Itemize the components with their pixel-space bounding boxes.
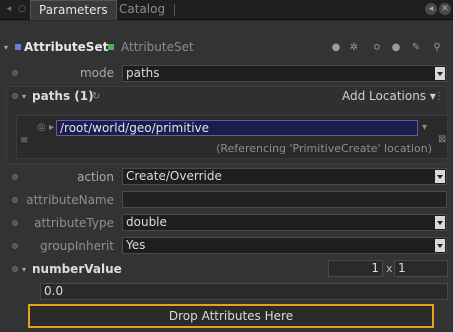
tab-separator <box>174 4 176 16</box>
paths-menu-icon[interactable]: ⋮ <box>434 91 444 102</box>
mode-state-dot[interactable] <box>12 70 18 76</box>
group-inherit-state-dot[interactable] <box>12 243 18 249</box>
action-state-dot[interactable] <box>12 174 18 180</box>
collapse-node-icon[interactable]: ▾ <box>4 43 8 52</box>
path-dropdown-icon[interactable]: ▾ <box>422 122 427 133</box>
chevron-down-icon[interactable] <box>435 67 445 80</box>
attribute-name-input[interactable] <box>122 191 447 208</box>
add-locations-label: Add Locations <box>342 89 427 103</box>
path-reference-note: (Referencing 'PrimitiveCreate' location) <box>216 142 432 155</box>
path-state-icon[interactable]: ◎ <box>37 122 46 133</box>
number-value-label: numberValue <box>32 262 122 276</box>
array-size-separator: x <box>386 262 393 275</box>
group-inherit-dropdown[interactable]: Yes <box>122 237 447 254</box>
panel-menu-icon[interactable]: ◂ <box>4 4 14 14</box>
refresh-icon[interactable]: ↻ <box>92 91 100 102</box>
attribute-name-label: attributeName <box>26 193 114 207</box>
minimize-icon[interactable]: ◂ <box>425 3 437 15</box>
node-name[interactable]: AttributeSet <box>24 40 108 54</box>
add-locations-button[interactable]: Add Locations ▾ <box>342 89 436 103</box>
group-inherit-value: Yes <box>126 238 146 252</box>
comment-icon[interactable]: ● <box>390 42 402 54</box>
tab-parameters-label: Parameters <box>39 3 108 17</box>
layout-icon[interactable]: ≎ <box>371 42 383 54</box>
tab-parameters[interactable]: Parameters <box>30 0 117 20</box>
node-color-swatch <box>15 44 21 50</box>
node-state-swatch <box>108 44 114 50</box>
bypass-icon[interactable]: ● <box>330 42 342 54</box>
tab-catalog-label: Catalog <box>119 2 166 16</box>
array-rows-input[interactable]: 1 <box>328 260 383 277</box>
settings-icon[interactable]: ✲ <box>348 42 360 54</box>
tab-catalog[interactable]: Catalog <box>111 0 176 20</box>
attribute-type-label: attributeType <box>34 216 114 230</box>
chevron-down-icon[interactable] <box>435 170 445 183</box>
attribute-type-value: double <box>126 215 167 229</box>
array-cols-input[interactable]: 1 <box>394 260 448 277</box>
attribute-type-dropdown[interactable]: double <box>122 214 447 231</box>
expand-path-icon[interactable]: ▸ <box>49 122 54 133</box>
panel-float-icon[interactable]: ○ <box>17 4 27 14</box>
node-type: AttributeSet <box>121 40 194 54</box>
mode-value: paths <box>126 66 160 80</box>
mode-label: mode <box>79 66 114 80</box>
action-label: action <box>77 170 114 184</box>
number-value-state-dot[interactable] <box>12 266 18 272</box>
chevron-down-icon[interactable] <box>435 239 445 252</box>
paths-state-dot[interactable] <box>12 93 18 99</box>
paths-group-title: paths (1) <box>32 89 94 103</box>
drop-attributes-zone[interactable]: Drop Attributes Here <box>28 304 434 328</box>
action-value: Create/Override <box>126 169 222 183</box>
search-icon[interactable]: ⚲ <box>431 42 443 54</box>
drag-handle-icon[interactable]: ≡ <box>20 135 28 146</box>
close-icon[interactable]: ✕ <box>439 3 451 15</box>
attribute-type-state-dot[interactable] <box>12 220 18 226</box>
mode-dropdown[interactable]: paths <box>122 65 447 82</box>
attribute-name-state-dot[interactable] <box>12 197 18 203</box>
paths-collapse-icon[interactable]: ▾ <box>22 92 26 101</box>
chevron-down-icon[interactable] <box>435 216 445 229</box>
path-input[interactable]: /root/world/geo/primitive <box>56 120 418 136</box>
tab-bar: ◂ ○ Parameters Catalog ◂ ✕ <box>0 0 453 20</box>
action-dropdown[interactable]: Create/Override <box>122 168 447 185</box>
number-value-collapse-icon[interactable]: ▾ <box>22 265 26 274</box>
number-value-input[interactable]: 0.0 <box>40 283 448 300</box>
edit-icon[interactable]: ✎ <box>410 42 422 54</box>
remove-path-icon[interactable]: ⊠ <box>438 134 446 145</box>
group-inherit-label: groupInherit <box>40 239 114 253</box>
